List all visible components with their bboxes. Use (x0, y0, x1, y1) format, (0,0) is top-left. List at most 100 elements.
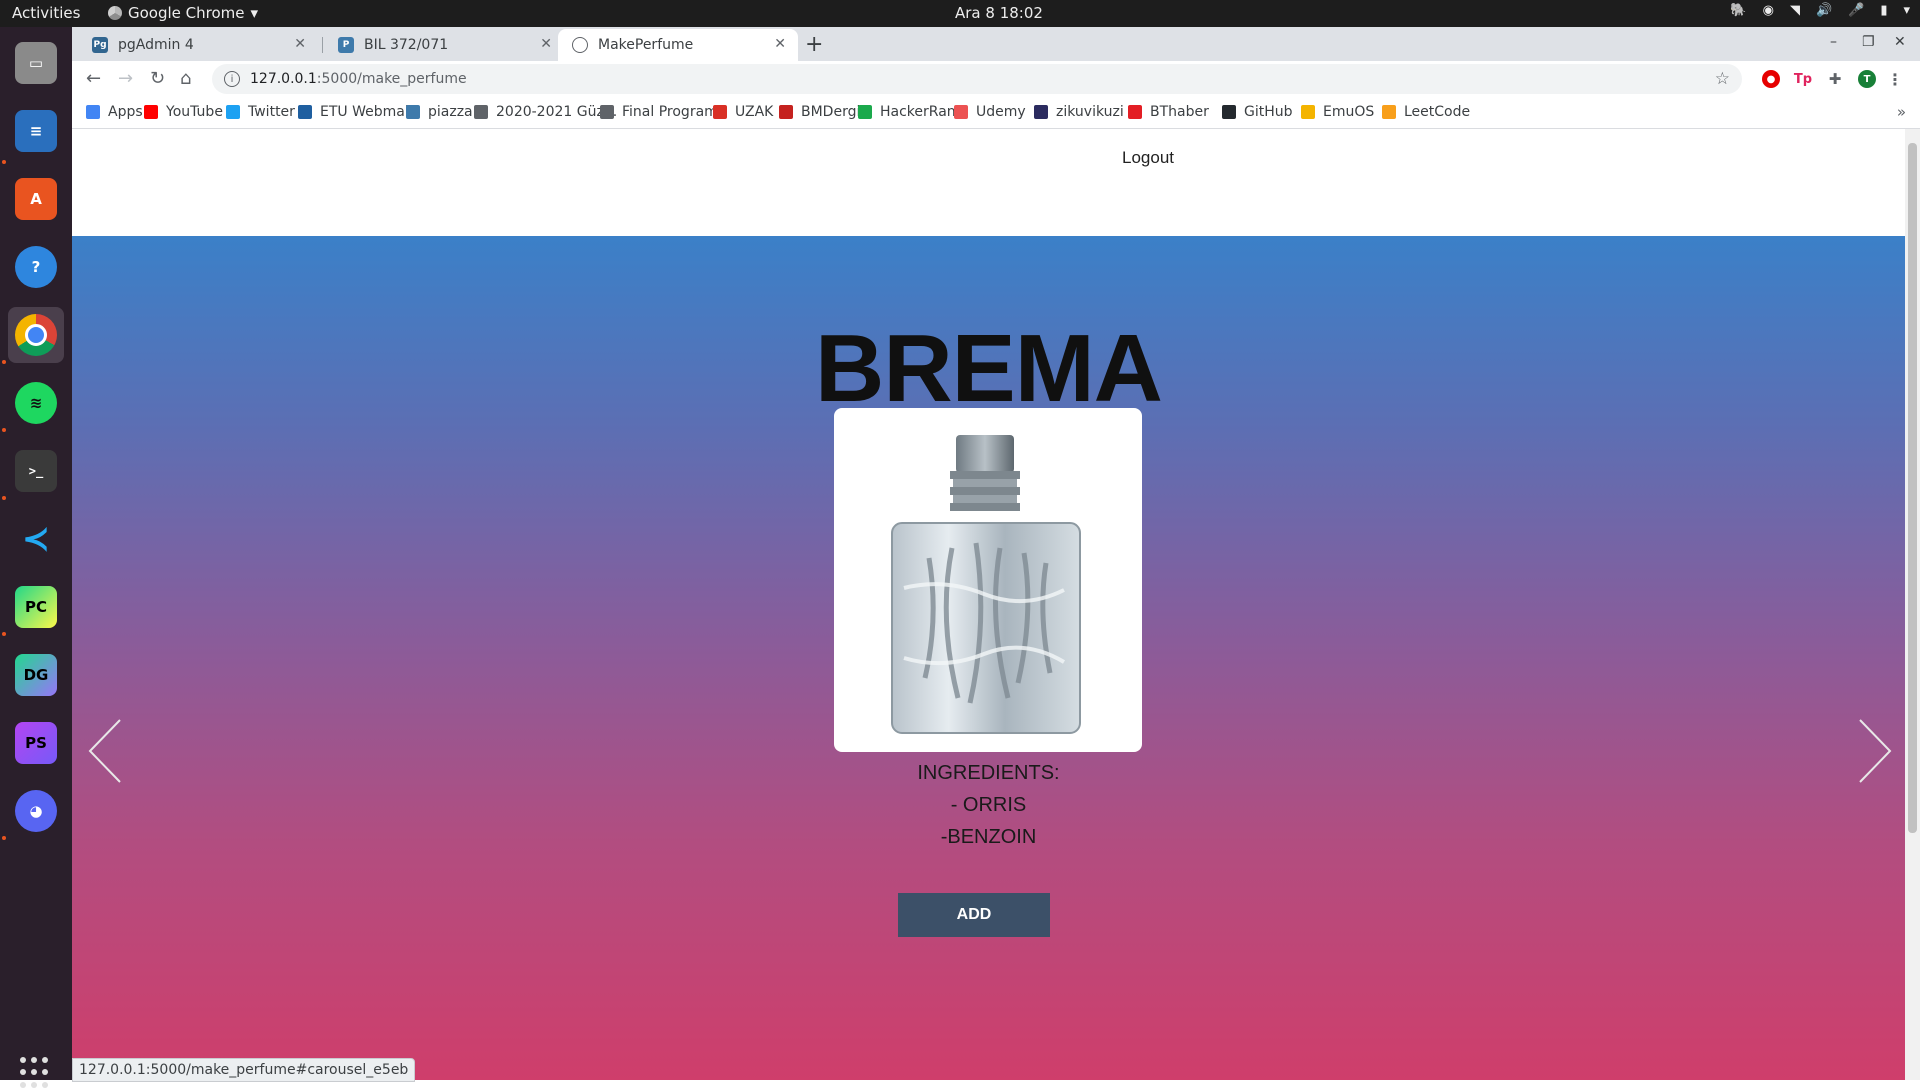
scrollbar-thumb[interactable] (1908, 143, 1917, 833)
vscode-icon: ≺ (21, 519, 51, 559)
bmdergi-icon (779, 105, 793, 119)
volume-icon[interactable]: 🔊 (1816, 3, 1832, 18)
home-icon[interactable]: ⌂ (180, 68, 191, 89)
dock-vscode[interactable]: ≺ (8, 511, 64, 567)
restore-icon[interactable]: ❐ (1862, 34, 1875, 50)
dock-phpstorm[interactable]: PS (8, 715, 64, 771)
show-applications-button[interactable] (20, 1057, 52, 1089)
bookmark-label: LeetCode (1404, 104, 1471, 120)
dock-datagrip[interactable]: DG (8, 647, 64, 703)
bookmark-label: HackerRank (880, 104, 964, 120)
tab-makeperfume[interactable]: MakePerfume ✕ (558, 29, 798, 61)
dock-discord[interactable]: ◕ (8, 783, 64, 839)
discord-tray-icon[interactable]: ◉ (1763, 3, 1774, 18)
tab-bil372[interactable]: P BIL 372/071 ✕ (324, 29, 564, 61)
new-tab-button[interactable]: + (805, 32, 823, 57)
close-icon[interactable]: ✕ (294, 36, 306, 52)
app-menu[interactable]: Google Chrome ▾ (108, 4, 258, 22)
bookmark-emuos[interactable]: EmuOS (1301, 104, 1374, 120)
clock[interactable]: Ara 8 18:02 (955, 4, 1043, 22)
ingredients-heading: INGREDIENTS: (917, 762, 1060, 784)
reload-icon[interactable]: ↻ (150, 68, 165, 89)
dock-writer[interactable]: ≡ (8, 103, 64, 159)
dock-files[interactable]: ▭ (8, 35, 64, 91)
system-menu-caret-icon[interactable]: ▾ (1903, 3, 1910, 18)
dock-chrome[interactable] (8, 307, 64, 363)
tp-extension-icon[interactable]: Tp (1794, 70, 1812, 88)
chrome-menu-icon[interactable]: ⋮ (1886, 70, 1904, 89)
window-close-icon[interactable]: ✕ (1894, 34, 1906, 50)
hackerrank-icon (858, 105, 872, 119)
spotify-icon: ≋ (15, 382, 57, 424)
help-icon: ? (15, 246, 57, 288)
bookmark-hackerrank[interactable]: HackerRank (858, 104, 964, 120)
bookmark-uzak[interactable]: UZAK (713, 104, 773, 120)
bookmarks-bar: Apps YouTube Twitter ETU Webmail piazza 2020-… (72, 97, 1920, 129)
leetcode-icon (1382, 105, 1396, 119)
battery-icon[interactable]: ▮ (1880, 3, 1887, 18)
bookmark-leetcode[interactable]: LeetCode (1382, 104, 1470, 120)
bookmark-label: Twitter (248, 104, 295, 120)
system-top-bar: Activities Google Chrome ▾ Ara 8 18:02 🐘… (0, 0, 1920, 27)
dock-terminal[interactable]: >_ (8, 443, 64, 499)
dock-software[interactable]: A (8, 171, 64, 227)
page-scrollbar[interactable] (1905, 129, 1920, 1080)
dock-spotify[interactable]: ≋ (8, 375, 64, 431)
site-info-icon[interactable]: i (224, 71, 240, 87)
tab-pgadmin[interactable]: Pg pgAdmin 4 ✕ (78, 29, 318, 61)
bookmark-final-program[interactable]: Final Programı (600, 104, 722, 120)
bookmark-zikuvikuzi[interactable]: zikuvikuzi (1034, 104, 1124, 120)
perfume-carousel: BREMA INGREDIENTS: - ORRIS -BENZOIN ADD (72, 236, 1905, 1080)
close-icon[interactable]: ✕ (540, 36, 552, 52)
activities-button[interactable]: Activities (12, 4, 80, 22)
dock-help[interactable]: ? (8, 239, 64, 295)
profile-avatar[interactable]: T (1858, 70, 1876, 88)
close-icon[interactable]: ✕ (774, 36, 786, 52)
bookmark-label: Apps (108, 104, 143, 120)
adblock-extension-icon[interactable]: ● (1762, 70, 1780, 88)
bookmark-bthaber[interactable]: BThaber (1128, 104, 1209, 120)
dock-pycharm[interactable]: PC (8, 579, 64, 635)
browser-toolbar: ← → ↻ ⌂ i 127.0.0.1:5000/make_perfume ☆ … (72, 61, 1920, 97)
running-indicator (2, 360, 6, 364)
forward-icon[interactable]: → (118, 68, 133, 89)
bookmark-piazza[interactable]: piazza (406, 104, 473, 120)
extensions-puzzle-icon[interactable]: ✚ (1826, 70, 1844, 88)
address-bar[interactable]: i 127.0.0.1:5000/make_perfume ☆ (212, 64, 1742, 94)
bookmark-label: EmuOS (1323, 104, 1375, 120)
url-path: :5000/make_perfume (316, 71, 467, 87)
pgadmin-tray-icon[interactable]: 🐘 (1730, 3, 1746, 18)
microphone-icon[interactable]: 🎤 (1848, 3, 1864, 18)
bookmark-youtube[interactable]: YouTube (144, 104, 223, 120)
bookmark-udemy[interactable]: Udemy (954, 104, 1026, 120)
bookmark-etu-webmail[interactable]: ETU Webmail (298, 104, 413, 120)
piazza-icon (406, 105, 420, 119)
running-indicator (2, 496, 6, 500)
tab-divider (322, 37, 323, 53)
bookmark-label: ETU Webmail (320, 104, 413, 120)
terminal-icon: >_ (15, 450, 57, 492)
bookmark-apps[interactable]: Apps (86, 104, 143, 120)
ingredient-item: - ORRIS (950, 794, 1027, 816)
bookmark-twitter[interactable]: Twitter (226, 104, 295, 120)
emuos-icon (1301, 105, 1315, 119)
bookmark-star-icon[interactable]: ☆ (1715, 69, 1730, 89)
bookmarks-overflow-icon[interactable]: » (1897, 103, 1906, 121)
chrome-icon (108, 6, 122, 20)
bookmark-label: BThaber (1150, 104, 1209, 120)
bookmark-label: Final Programı (622, 104, 722, 120)
wifi-icon[interactable]: ◥ (1790, 3, 1800, 18)
site-navbar: Logout (72, 129, 1905, 236)
bookmark-bmdergi[interactable]: BMDergi (779, 104, 860, 120)
piazza-icon: P (338, 37, 354, 53)
youtube-icon (144, 105, 158, 119)
logout-link[interactable]: Logout (1122, 148, 1174, 168)
back-icon[interactable]: ← (86, 68, 101, 89)
perfume-bottle-image (891, 435, 1081, 734)
software-center-icon: A (15, 178, 57, 220)
bookmark-label: YouTube (166, 104, 223, 120)
minimize-icon[interactable]: – (1830, 34, 1837, 50)
bookmark-2020-2021-g-z[interactable]: 2020-2021 Güz... (474, 104, 617, 120)
add-button[interactable]: ADD (898, 893, 1050, 937)
bookmark-github[interactable]: GitHub (1222, 104, 1293, 120)
